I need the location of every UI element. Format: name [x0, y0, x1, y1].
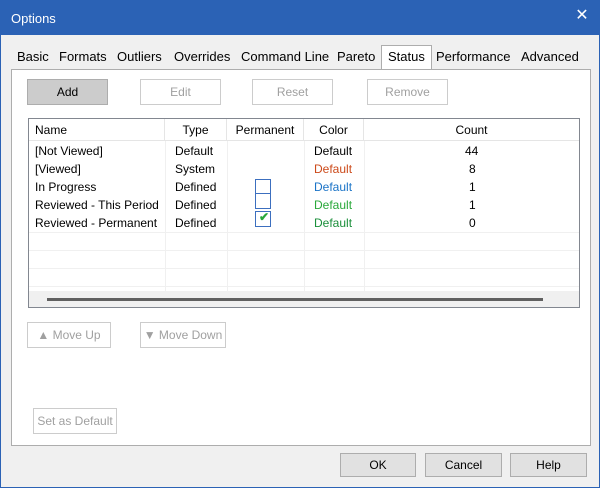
- checkmark-icon: ✔: [259, 210, 270, 224]
- table-row[interactable]: Reviewed - Permanent Defined ✔ Default 0: [29, 210, 579, 232]
- row-type: Defined: [175, 180, 217, 194]
- row-count: 8: [469, 162, 476, 176]
- move-up-button[interactable]: ▲ Move Up: [27, 322, 111, 348]
- row-type: Defined: [175, 216, 217, 230]
- row-color: Default: [314, 180, 353, 194]
- table-row[interactable]: [Not Viewed] Default Default 44: [29, 142, 579, 160]
- row-type: Defined: [175, 198, 217, 212]
- row-type: Default: [175, 144, 214, 158]
- row-divider: [29, 268, 579, 269]
- cancel-button[interactable]: Cancel: [425, 453, 502, 477]
- permanent-checkbox[interactable]: ✔: [255, 210, 271, 227]
- tab-command-line[interactable]: Command Line: [241, 49, 329, 69]
- row-count: 1: [469, 180, 476, 194]
- title-bar: Options ✕: [1, 1, 599, 35]
- tab-status[interactable]: Status: [381, 45, 432, 70]
- tab-formats[interactable]: Formats: [59, 49, 107, 69]
- set-as-default-button[interactable]: Set as Default: [33, 408, 117, 434]
- help-button[interactable]: Help: [510, 453, 587, 477]
- row-color: Default: [314, 216, 353, 230]
- row-divider: [29, 250, 579, 251]
- column-header-type[interactable]: Type: [165, 119, 227, 141]
- add-button[interactable]: Add: [27, 79, 108, 105]
- column-header-count[interactable]: Count: [364, 119, 579, 141]
- table-row[interactable]: Reviewed - This Period Defined Default 1: [29, 193, 579, 214]
- row-count: 44: [465, 144, 479, 158]
- row-name: [Not Viewed]: [35, 144, 103, 158]
- row-divider: [29, 286, 579, 287]
- row-name: In Progress: [35, 180, 97, 194]
- edit-button[interactable]: Edit: [140, 79, 221, 105]
- scrollbar-thumb[interactable]: [47, 298, 543, 301]
- move-down-button[interactable]: ▼ Move Down: [140, 322, 226, 348]
- status-tab-panel: Add Edit Reset Remove Name Type Permanen…: [11, 69, 591, 446]
- row-type: System: [175, 162, 216, 176]
- tab-overrides[interactable]: Overrides: [174, 49, 230, 69]
- tab-basic[interactable]: Basic: [17, 49, 49, 69]
- column-header-color[interactable]: Color: [304, 119, 364, 141]
- table-row[interactable]: [Viewed] System Default 8: [29, 160, 579, 178]
- remove-button[interactable]: Remove: [367, 79, 448, 105]
- tab-pareto[interactable]: Pareto: [337, 49, 375, 69]
- window-title: Options: [11, 11, 56, 26]
- options-dialog: Options ✕ Basic Formats Outliers Overrid…: [0, 0, 600, 488]
- close-button[interactable]: ✕: [565, 1, 599, 31]
- row-name: Reviewed - Permanent: [35, 216, 158, 230]
- tab-performance[interactable]: Performance: [436, 49, 510, 69]
- tab-outliers[interactable]: Outliers: [117, 49, 162, 69]
- ok-button[interactable]: OK: [340, 453, 416, 477]
- close-icon: ✕: [575, 7, 589, 24]
- row-count: 0: [469, 216, 476, 230]
- reset-button[interactable]: Reset: [252, 79, 333, 105]
- row-name: [Viewed]: [35, 162, 81, 176]
- status-list[interactable]: Name Type Permanent Color Count [Not Vie…: [28, 118, 580, 308]
- tab-advanced[interactable]: Advanced: [521, 49, 579, 69]
- row-color: Default: [314, 198, 353, 212]
- horizontal-scrollbar[interactable]: [29, 291, 579, 307]
- column-header-permanent[interactable]: Permanent: [227, 119, 304, 141]
- tab-strip: Basic Formats Outliers Overrides Command…: [11, 45, 591, 70]
- permanent-checkbox[interactable]: [255, 193, 271, 209]
- row-color: Default: [314, 144, 353, 158]
- row-name: Reviewed - This Period: [35, 198, 159, 212]
- row-count: 1: [469, 198, 476, 212]
- column-header-name[interactable]: Name: [29, 119, 165, 141]
- row-color: Default: [314, 162, 353, 176]
- row-divider: [29, 232, 579, 233]
- table-row[interactable]: In Progress Defined Default 1: [29, 178, 579, 196]
